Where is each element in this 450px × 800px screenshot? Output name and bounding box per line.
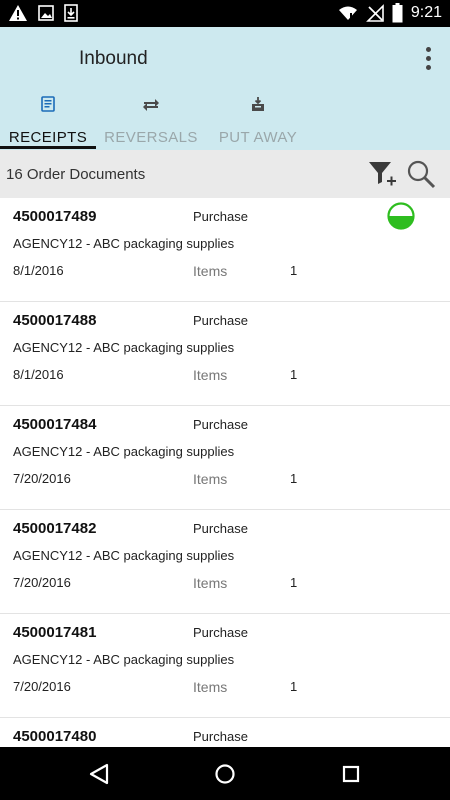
order-date: 7/20/2016	[13, 679, 71, 694]
items-label: Items	[193, 263, 228, 279]
order-date: 8/1/2016	[13, 367, 64, 382]
page-title: Inbound	[79, 48, 148, 69]
vendor-name: AGENCY12 - ABC packaging supplies	[13, 652, 235, 667]
image-icon	[38, 5, 54, 21]
order-type: Purchase	[193, 209, 248, 224]
clock: 9:21	[410, 4, 442, 21]
items-label: Items	[193, 575, 228, 591]
vendor-name: AGENCY12 - ABC packaging supplies	[13, 236, 235, 251]
order-type: Purchase	[193, 313, 248, 328]
list-item[interactable]: 4500017484 Purchase AGENCY12 - ABC packa…	[0, 406, 450, 510]
items-count: 1	[290, 471, 298, 486]
order-number: 4500017480	[13, 728, 97, 745]
list-item[interactable]: 4500017489 Purchase AGENCY12 - ABC packa…	[0, 198, 450, 302]
order-type: Purchase	[193, 521, 248, 536]
order-list: 4500017489 Purchase AGENCY12 - ABC packa…	[0, 198, 450, 747]
tab-put-away-label: PUT AWAY	[218, 129, 298, 146]
items-count: 1	[290, 679, 298, 694]
tab-bar: RECEIPTS REVERSALS PUT AWAY	[0, 90, 450, 150]
app-header: Inbound RECEIPTS REVERSALS PUT AWAY	[0, 27, 450, 150]
order-type: Purchase	[193, 729, 248, 744]
vendor-name: AGENCY12 - ABC packaging supplies	[13, 548, 235, 563]
filter-add-icon[interactable]	[367, 159, 397, 189]
order-number: 4500017482	[13, 520, 97, 537]
items-count: 1	[290, 575, 298, 590]
system-nav-bar	[0, 747, 450, 800]
download-icon	[64, 4, 78, 22]
list-item[interactable]: 4500017481 Purchase AGENCY12 - ABC packa…	[0, 614, 450, 718]
back-triangle-icon[interactable]	[84, 760, 114, 788]
recents-square-icon[interactable]	[336, 760, 366, 788]
status-half-circle-icon	[387, 202, 415, 230]
tab-reversals-label: REVERSALS	[104, 129, 198, 146]
document-count: 16 Order Documents	[6, 166, 146, 183]
reverse-icon	[142, 96, 160, 117]
items-count: 1	[290, 367, 298, 382]
warning-icon	[8, 4, 28, 22]
order-number: 4500017489	[13, 208, 97, 225]
items-label: Items	[193, 679, 228, 695]
search-icon[interactable]	[406, 159, 436, 189]
wifi-icon	[338, 5, 358, 21]
items-count: 1	[290, 263, 298, 278]
order-date: 7/20/2016	[13, 575, 71, 590]
tab-receipts-label: RECEIPTS	[8, 129, 88, 146]
order-type: Purchase	[193, 625, 248, 640]
more-vertical-icon[interactable]	[416, 41, 440, 75]
tab-receipts[interactable]: RECEIPTS	[0, 90, 96, 150]
list-item[interactable]: 4500017482 Purchase AGENCY12 - ABC packa…	[0, 510, 450, 614]
order-number: 4500017484	[13, 416, 97, 433]
tab-put-away[interactable]: PUT AWAY	[210, 90, 306, 150]
order-number: 4500017481	[13, 624, 97, 641]
no-signal-icon	[365, 4, 384, 22]
active-tab-indicator	[0, 146, 96, 149]
vendor-name: AGENCY12 - ABC packaging supplies	[13, 444, 235, 459]
list-item[interactable]: 4500017488 Purchase AGENCY12 - ABC packa…	[0, 302, 450, 406]
screen: 9:21 Inbound RECEIPTS REVERSALS PUT AWAY…	[0, 0, 450, 800]
list-toolbar: 16 Order Documents	[0, 150, 450, 198]
order-date: 8/1/2016	[13, 263, 64, 278]
battery-icon	[392, 3, 403, 23]
order-date: 7/20/2016	[13, 471, 71, 486]
items-label: Items	[193, 471, 228, 487]
items-label: Items	[193, 367, 228, 383]
put-away-icon	[250, 96, 266, 117]
tab-reversals[interactable]: REVERSALS	[103, 90, 199, 150]
order-number: 4500017488	[13, 312, 97, 329]
status-bar: 9:21	[0, 0, 450, 27]
list-item[interactable]: 4500017480 Purchase	[0, 718, 450, 747]
vendor-name: AGENCY12 - ABC packaging supplies	[13, 340, 235, 355]
home-circle-icon[interactable]	[210, 760, 240, 788]
order-type: Purchase	[193, 417, 248, 432]
receipt-icon	[40, 96, 56, 117]
